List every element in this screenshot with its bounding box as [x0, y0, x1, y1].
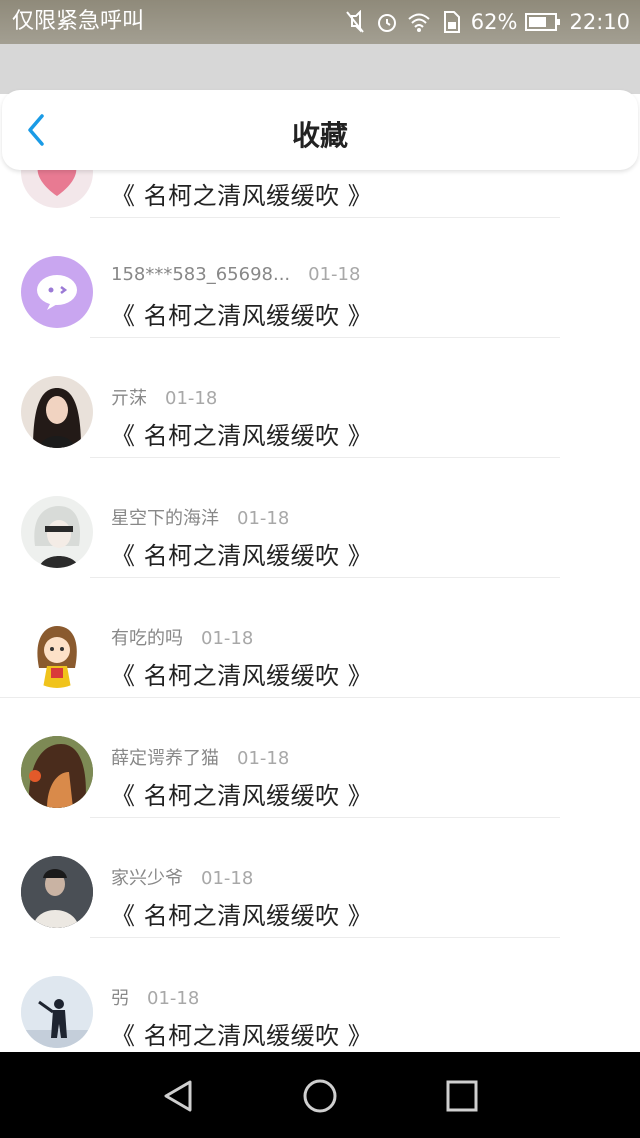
item-meta: 家兴少爷 01-18: [111, 864, 253, 890]
page-header: 收藏: [2, 90, 638, 170]
item-message: 《 名柯之清风缓缓吹 》: [111, 1022, 373, 1050]
item-username[interactable]: 有吃的吗: [111, 628, 183, 649]
carrier-text: 仅限紧急呼叫: [12, 9, 145, 34]
alarm-icon: [377, 14, 396, 32]
battery-percent: 62%: [470, 10, 518, 34]
item-message: 《 名柯之清风缓缓吹 》: [111, 302, 373, 330]
item-message: 《 名柯之清风缓缓吹 》: [111, 182, 373, 210]
battery-icon: [525, 13, 561, 31]
item-username[interactable]: 家兴少爷: [111, 868, 183, 889]
item-date: 01-18: [147, 988, 200, 1009]
favorites-list: 《 名柯之清风缓缓吹 》 158***583_65698... 01-18 《 名…: [0, 130, 640, 1052]
toolbar-shadow-band: [0, 44, 640, 94]
list-item[interactable]: 家兴少爷 01-18 《 名柯之清风缓缓吹 》: [0, 818, 640, 938]
silhouette-avatar: [21, 976, 93, 1048]
navigation-bar: [0, 1052, 640, 1138]
item-meta: 亓莯 01-18: [111, 384, 217, 410]
item-date: 01-18: [237, 748, 290, 769]
mute-icon: [346, 10, 364, 33]
boy-photo-avatar: [21, 856, 93, 928]
list-item[interactable]: 星空下的海洋 01-18 《 名柯之清风缓缓吹 》: [0, 458, 640, 578]
list-item[interactable]: 亓莯 01-18 《 名柯之清风缓缓吹 》: [0, 338, 640, 458]
item-meta: 158***583_65698... 01-18: [111, 264, 360, 285]
item-date: 01-18: [237, 508, 290, 529]
item-username[interactable]: 亓莯: [111, 388, 147, 409]
item-date: 01-18: [165, 388, 218, 409]
list-item[interactable]: 弜 01-18 《 名柯之清风缓缓吹 》: [0, 938, 640, 1052]
wifi-icon: [408, 13, 430, 32]
home-circle-icon[interactable]: [300, 1076, 340, 1116]
list-item[interactable]: 薛定谔养了猫 01-18 《 名柯之清风缓缓吹 》: [0, 698, 640, 818]
item-message: 《 名柯之清风缓缓吹 》: [111, 422, 373, 450]
item-meta: 薛定谔养了猫 01-18: [111, 744, 289, 770]
status-bar: 仅限紧急呼叫 62% 22:10: [0, 0, 640, 44]
item-meta: 有吃的吗 01-18: [111, 624, 253, 650]
item-username[interactable]: 星空下的海洋: [111, 508, 219, 529]
chat-bubble-avatar: [21, 256, 93, 328]
item-username[interactable]: 弜: [111, 988, 129, 1009]
item-message: 《 名柯之清风缓缓吹 》: [111, 542, 373, 570]
item-username[interactable]: 薛定谔养了猫: [111, 748, 219, 769]
item-message: 《 名柯之清风缓缓吹 》: [111, 782, 373, 810]
page-title: 收藏: [291, 119, 348, 152]
recents-square-icon[interactable]: [442, 1076, 482, 1116]
girl-hair-avatar: [21, 736, 93, 808]
anime-character-avatar: [21, 496, 93, 568]
list-item[interactable]: 158***583_65698... 01-18 《 名柯之清风缓缓吹 》: [0, 218, 640, 338]
item-meta: 弜 01-18: [111, 984, 199, 1010]
item-date: 01-18: [308, 264, 361, 285]
item-message: 《 名柯之清风缓缓吹 》: [111, 662, 373, 690]
item-username[interactable]: 158***583_65698...: [111, 264, 290, 285]
sim-icon: [443, 11, 460, 33]
item-date: 01-18: [201, 868, 254, 889]
item-message: 《 名柯之清风缓缓吹 》: [111, 902, 373, 930]
item-meta: 星空下的海洋 01-18: [111, 504, 289, 530]
woman-photo-avatar: [21, 376, 93, 448]
list-item[interactable]: 有吃的吗 01-18 《 名柯之清风缓缓吹 》: [0, 578, 640, 698]
item-date: 01-18: [201, 628, 254, 649]
clock: 22:10: [569, 10, 630, 34]
back-triangle-icon[interactable]: [158, 1076, 198, 1116]
status-icons: 62% 22:10: [343, 6, 630, 38]
cartoon-girl-avatar: [21, 616, 93, 688]
